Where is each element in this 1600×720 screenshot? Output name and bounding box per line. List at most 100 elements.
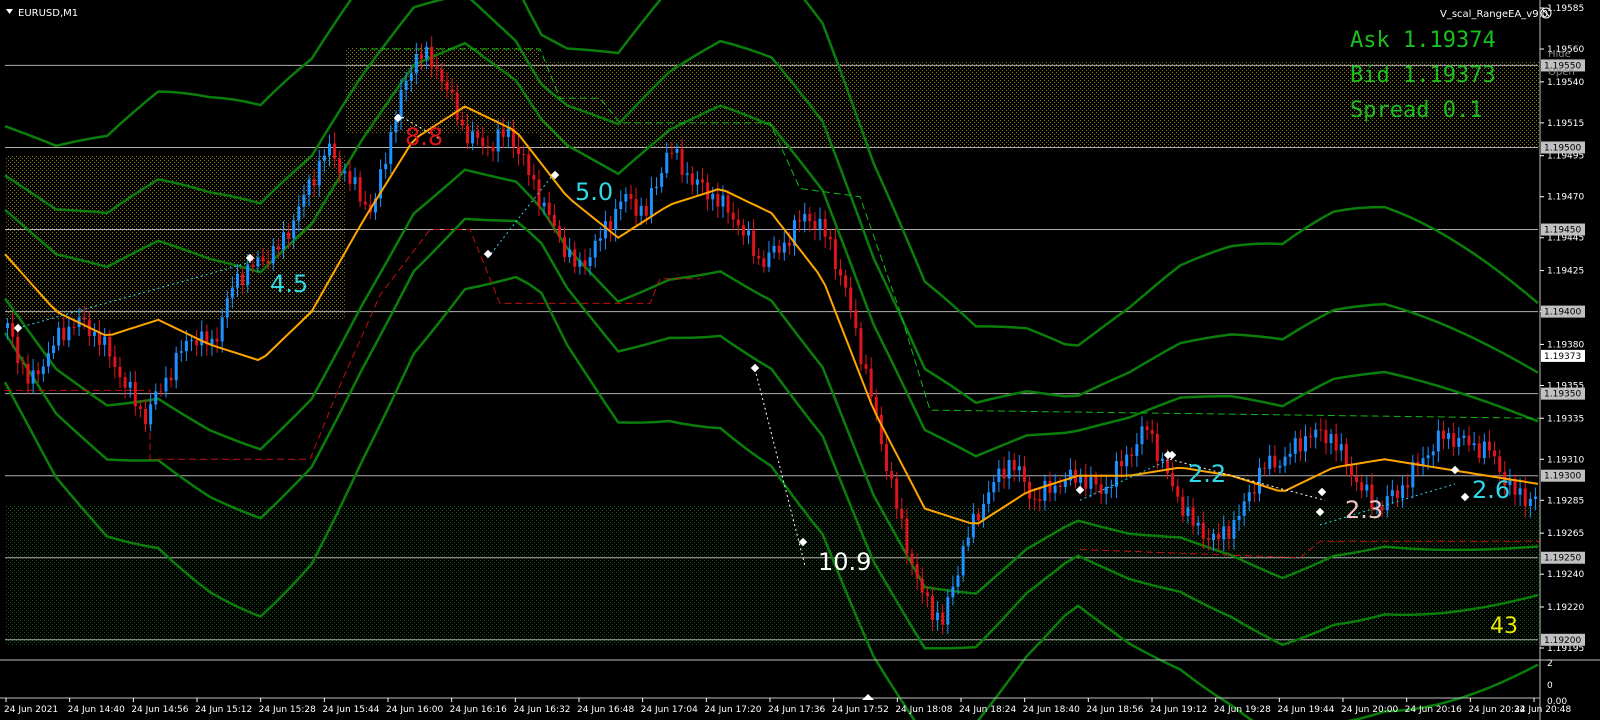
- candle-body[interactable]: [864, 364, 868, 369]
- candle-body[interactable]: [578, 260, 582, 267]
- candle-body[interactable]: [849, 287, 853, 311]
- candle-body[interactable]: [455, 92, 459, 120]
- candle-body[interactable]: [1048, 480, 1052, 493]
- candle-body[interactable]: [164, 377, 168, 392]
- candle-body[interactable]: [915, 563, 919, 579]
- candle-body[interactable]: [1043, 480, 1047, 501]
- candle-body[interactable]: [547, 202, 551, 215]
- candle-body[interactable]: [1452, 433, 1456, 447]
- candle-body[interactable]: [813, 221, 817, 229]
- candle-body[interactable]: [1222, 526, 1226, 540]
- candle-body[interactable]: [685, 173, 689, 175]
- candle-body[interactable]: [537, 179, 541, 207]
- candle-body[interactable]: [527, 154, 531, 176]
- candle-body[interactable]: [1135, 444, 1139, 456]
- candle-body[interactable]: [772, 245, 776, 253]
- candle-body[interactable]: [1360, 482, 1364, 491]
- candle-body[interactable]: [1125, 454, 1129, 467]
- candle-body[interactable]: [425, 46, 429, 59]
- candle-body[interactable]: [1365, 484, 1369, 491]
- candle-body[interactable]: [333, 143, 337, 159]
- hide-button[interactable]: Hide: [1548, 49, 1571, 60]
- candle-body[interactable]: [629, 193, 633, 200]
- candle-body[interactable]: [384, 163, 388, 170]
- candle-body[interactable]: [838, 269, 842, 276]
- candle-body[interactable]: [174, 352, 178, 381]
- candle-body[interactable]: [777, 245, 781, 253]
- candle-body[interactable]: [1160, 458, 1164, 462]
- candle-body[interactable]: [762, 258, 766, 268]
- candle-body[interactable]: [103, 336, 107, 345]
- candle-body[interactable]: [517, 146, 521, 155]
- candle-body[interactable]: [133, 381, 137, 407]
- candle-body[interactable]: [1002, 468, 1006, 479]
- candle-body[interactable]: [976, 513, 980, 521]
- candle-body[interactable]: [701, 179, 705, 183]
- candle-body[interactable]: [670, 152, 674, 154]
- candle-body[interactable]: [210, 338, 214, 345]
- candle-body[interactable]: [190, 340, 194, 342]
- candle-body[interactable]: [144, 408, 148, 425]
- candle-body[interactable]: [1329, 434, 1333, 444]
- candle-body[interactable]: [726, 195, 730, 213]
- candle-body[interactable]: [946, 597, 950, 625]
- candle-body[interactable]: [1390, 490, 1394, 497]
- candle-body[interactable]: [1339, 444, 1343, 451]
- candle-body[interactable]: [552, 214, 556, 227]
- candle-body[interactable]: [690, 173, 694, 185]
- candle-body[interactable]: [1309, 436, 1313, 438]
- candle-body[interactable]: [41, 366, 45, 375]
- candle-body[interactable]: [1314, 429, 1318, 438]
- candle-body[interactable]: [460, 119, 464, 126]
- candle-body[interactable]: [1324, 429, 1328, 444]
- candle-body[interactable]: [1258, 467, 1262, 494]
- candle-body[interactable]: [563, 237, 567, 258]
- candle-body[interactable]: [195, 340, 199, 346]
- candle-body[interactable]: [1493, 450, 1497, 457]
- candle-body[interactable]: [1094, 476, 1098, 485]
- candle-body[interactable]: [930, 595, 934, 621]
- candle-body[interactable]: [302, 194, 306, 207]
- candle-body[interactable]: [941, 612, 945, 625]
- candle-body[interactable]: [1355, 476, 1359, 483]
- candle-body[interactable]: [343, 171, 347, 174]
- candle-body[interactable]: [680, 148, 684, 175]
- candle-body[interactable]: [1288, 453, 1292, 457]
- candle-body[interactable]: [711, 193, 715, 200]
- candle-body[interactable]: [11, 323, 15, 337]
- candle-body[interactable]: [1186, 507, 1190, 516]
- candle-body[interactable]: [542, 202, 546, 207]
- candle-body[interactable]: [1033, 498, 1037, 500]
- candle-body[interactable]: [1007, 460, 1011, 479]
- candle-body[interactable]: [307, 179, 311, 195]
- candle-body[interactable]: [465, 125, 469, 144]
- candle-body[interactable]: [435, 67, 439, 70]
- candle-body[interactable]: [992, 482, 996, 493]
- candle-body[interactable]: [1201, 522, 1205, 539]
- candle-body[interactable]: [1518, 488, 1522, 495]
- candle-body[interactable]: [859, 328, 863, 365]
- candle-body[interactable]: [1120, 461, 1124, 467]
- candle-body[interactable]: [6, 323, 10, 328]
- candle-body[interactable]: [890, 471, 894, 479]
- candle-body[interactable]: [522, 154, 526, 156]
- candle-body[interactable]: [956, 575, 960, 587]
- candle-body[interactable]: [297, 206, 301, 221]
- candle-body[interactable]: [1150, 430, 1154, 434]
- candle-body[interactable]: [230, 287, 234, 298]
- candle-body[interactable]: [358, 177, 362, 202]
- candle-body[interactable]: [1431, 451, 1435, 456]
- candle-body[interactable]: [1477, 443, 1481, 459]
- candle-body[interactable]: [1298, 438, 1302, 452]
- candle-body[interactable]: [409, 73, 413, 81]
- candle-body[interactable]: [486, 146, 490, 148]
- candle-body[interactable]: [430, 46, 434, 68]
- candle-body[interactable]: [1058, 485, 1062, 488]
- candle-body[interactable]: [639, 205, 643, 216]
- candle-body[interactable]: [266, 261, 270, 264]
- candle-body[interactable]: [236, 273, 240, 288]
- candle-body[interactable]: [951, 586, 955, 598]
- candle-body[interactable]: [1038, 499, 1042, 501]
- candle-body[interactable]: [179, 351, 183, 353]
- candle-body[interactable]: [1344, 444, 1348, 466]
